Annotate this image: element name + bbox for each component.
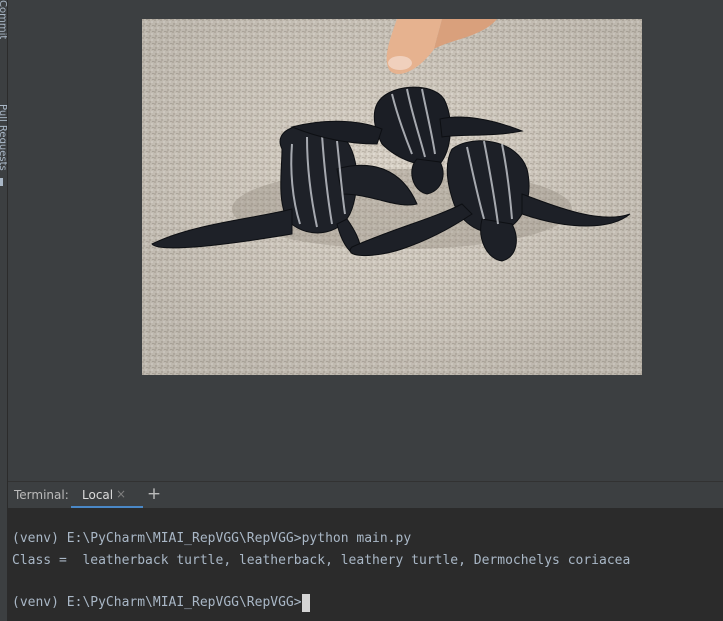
add-tab-button[interactable]: + (144, 483, 164, 505)
left-tool-strip: Commit Pull Requests (0, 0, 8, 621)
commit-tool-button[interactable]: Commit (0, 0, 7, 39)
terminal-prompt: (venv) E:\PyCharm\MIAI_RepVGG\RepVGG> (12, 595, 302, 610)
terminal-title: Terminal: (14, 488, 69, 502)
close-icon[interactable]: × (116, 487, 126, 501)
tab-local[interactable]: Local × (71, 482, 143, 509)
tab-label: Local (82, 488, 114, 502)
terminal-prompt-line: (venv) E:\PyCharm\MIAI_RepVGG\RepVGG> (12, 594, 310, 612)
image-preview (142, 19, 642, 375)
strip-marker (0, 178, 3, 186)
turtle-photo (142, 19, 642, 375)
terminal-line: (venv) E:\PyCharm\MIAI_RepVGG\RepVGG>pyt… (12, 531, 412, 546)
terminal-output[interactable]: (venv) E:\PyCharm\MIAI_RepVGG\RepVGG>pyt… (8, 508, 723, 621)
text-cursor (301, 594, 310, 612)
ide-window: Commit Pull Requests Terminal: Local × +… (0, 0, 723, 621)
pull-requests-tool-button[interactable]: Pull Requests (0, 104, 7, 171)
terminal-line: Class = leatherback turtle, leatherback,… (12, 553, 631, 568)
terminal-toolbar: Terminal: Local × + (8, 481, 723, 509)
